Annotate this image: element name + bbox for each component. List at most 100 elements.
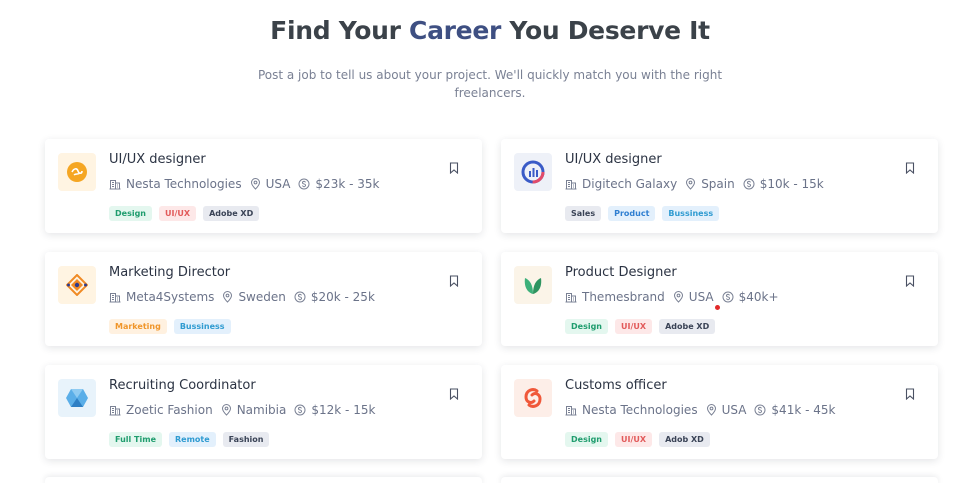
job-salary: $23k - 35k [315,177,380,191]
tag-fashion: Fashion [222,432,270,447]
salary-meta: $23k - 35k [298,177,379,191]
job-location: Spain [701,177,735,191]
bookmark-icon[interactable] [449,275,459,287]
map-pin-icon [250,178,260,190]
company-meta: Zoetic Fashion [109,403,213,417]
tag-remote: Remote [169,432,216,447]
tag-list: Design UI/UX Adobe XD [565,319,722,334]
tag-list: Design UI/UX Adob XD [565,432,717,447]
job-card-partial[interactable] [45,477,482,483]
map-pin-icon [706,404,716,416]
job-location: Sweden [238,290,286,304]
hero-title: Find Your Career You Deserve It [0,16,980,45]
job-meta: Nesta Technologies USA $41k - 45k [565,403,843,417]
company-meta: Digitech Galaxy [565,177,677,191]
red-swirl-logo-icon [514,379,552,417]
tag-product: Product [608,206,656,221]
job-title[interactable]: Customs officer [565,378,667,393]
job-meta: Themesbrand USA $40k+ [565,290,787,304]
job-location: USA [688,290,714,304]
job-card[interactable]: Marketing Director Meta4Systems Sweden $… [45,252,482,346]
tag-design: Design [565,319,608,334]
tag-design: Design [109,206,152,221]
salary-meta: $40k+ [722,290,779,304]
location-meta: USA [706,403,747,417]
tag-bussiness: Bussiness [662,206,720,221]
job-card-partial[interactable] [501,477,938,483]
company-name: Nesta Technologies [582,403,698,417]
dollar-circle-icon [722,291,734,303]
building-icon [565,406,577,416]
tag-sales: Sales [565,206,602,221]
location-meta: Namibia [221,403,287,417]
company-meta: Themesbrand [565,290,665,304]
orange-diamond-logo-icon [58,266,96,304]
job-meta: Digitech Galaxy Spain $10k - 15k [565,177,832,191]
tag-adob-xd: Adob XD [659,432,710,447]
tag-list: Marketing Bussiness [109,319,238,334]
hero-title-after: You Deserve It [501,16,710,45]
job-title[interactable]: UI/UX designer [109,152,206,167]
location-meta: Sweden [222,290,286,304]
building-icon [109,406,121,416]
cursor-dot [715,305,720,310]
dollar-circle-icon [743,178,755,190]
tag-list: Design UI/UX Adobe XD [109,206,266,221]
map-pin-icon [686,178,696,190]
bookmark-icon[interactable] [449,388,459,400]
tag-adobe-xd: Adobe XD [203,206,260,221]
building-icon [109,293,121,303]
job-card[interactable]: UI/UX designer Nesta Technologies USA $2… [45,139,482,233]
location-meta: USA [250,177,291,191]
company-meta: Meta4Systems [109,290,214,304]
job-location: USA [265,177,291,191]
job-location: Namibia [236,403,287,417]
tag-ui-ux: UI/UX [615,432,653,447]
job-card[interactable]: UI/UX designer Digitech Galaxy Spain $10… [501,139,938,233]
job-salary: $41k - 45k [771,403,836,417]
company-name: Nesta Technologies [126,177,242,191]
job-meta: Zoetic Fashion Namibia $12k - 15k [109,403,383,417]
location-meta: Spain [685,177,735,191]
salary-meta: $10k - 15k [743,177,824,191]
job-title[interactable]: Recruiting Coordinator [109,378,256,393]
bookmark-icon[interactable] [905,275,915,287]
map-pin-icon [223,291,233,303]
bookmark-icon[interactable] [905,388,915,400]
dollar-circle-icon [294,291,306,303]
bookmark-icon[interactable] [449,162,459,174]
job-location: USA [721,403,747,417]
hero-subtitle: Post a job to tell us about your project… [257,68,723,100]
building-icon [109,180,121,190]
blue-chart-circle-logo-icon [514,153,552,191]
tag-list: Sales Product Bussiness [565,206,726,221]
company-name: Meta4Systems [126,290,215,304]
map-pin-icon [221,404,231,416]
building-icon [565,293,577,303]
job-card[interactable]: Product Designer Themesbrand USA $40k+ D… [501,252,938,346]
job-salary: $10k - 15k [759,177,824,191]
job-title[interactable]: UI/UX designer [565,152,662,167]
blue-cube-logo-icon [58,379,96,417]
job-card[interactable]: Customs officer Nesta Technologies USA $… [501,365,938,459]
tag-ui-ux: UI/UX [159,206,197,221]
dollar-circle-icon [294,404,306,416]
job-meta: Nesta Technologies USA $23k - 35k [109,177,387,191]
company-name: Digitech Galaxy [582,177,678,191]
dollar-circle-icon [298,178,310,190]
building-icon [565,180,577,190]
tag-design: Design [565,432,608,447]
company-name: Themesbrand [582,290,665,304]
salary-meta: $41k - 45k [754,403,835,417]
tag-marketing: Marketing [109,319,167,334]
job-card[interactable]: Recruiting Coordinator Zoetic Fashion Na… [45,365,482,459]
job-title[interactable]: Product Designer [565,265,677,280]
job-title[interactable]: Marketing Director [109,265,230,280]
hero-title-accent: Career [409,16,502,45]
salary-meta: $12k - 15k [294,403,375,417]
company-meta: Nesta Technologies [109,177,242,191]
bookmark-icon[interactable] [905,162,915,174]
hero-title-before: Find Your [270,16,410,45]
orange-hand-logo-icon [58,153,96,191]
job-salary: $40k+ [738,290,779,304]
